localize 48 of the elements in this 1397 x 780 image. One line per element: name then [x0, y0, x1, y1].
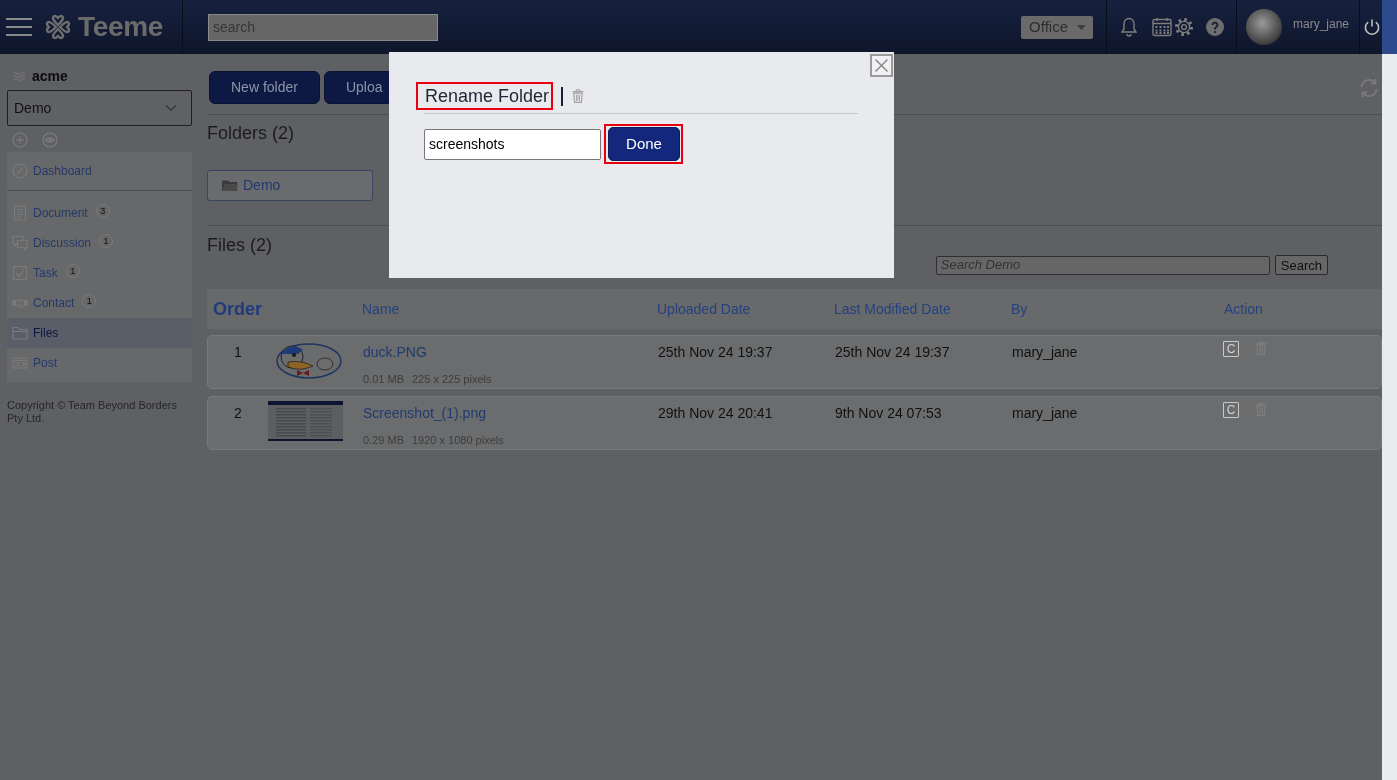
copyright-text: Copyright © Team Beyond Borders Pty Ltd.	[7, 399, 178, 425]
header-edge-strip	[1382, 0, 1397, 54]
date-cell-text: 25th Nov 24 19:37	[834, 343, 951, 362]
date-cell-text: 25th Nov 24 19:37	[657, 343, 774, 362]
section-title: Files (2)	[207, 234, 272, 256]
row-number: 2	[234, 404, 242, 423]
close-icon	[874, 58, 889, 73]
avatar-placeholder[interactable]	[1245, 9, 1282, 45]
bell-icon[interactable]	[1120, 17, 1137, 37]
column-header[interactable]: Order	[207, 295, 355, 323]
column-header[interactable]: By	[1004, 298, 1217, 320]
column-header[interactable]: Action	[1217, 298, 1382, 320]
logo-text: Teeme	[78, 13, 164, 41]
date-cell-text: 9th Nov 24 07:53	[834, 404, 943, 423]
caret-icon	[1076, 24, 1086, 30]
user-cell-text: mary_jane	[1011, 404, 1079, 423]
column-header[interactable]: Last Modified Date	[827, 298, 1004, 320]
folder-name-field[interactable]: screenshots	[424, 128, 601, 160]
folder-icon	[222, 179, 238, 192]
letter-c-button[interactable]: C	[1223, 341, 1239, 357]
section-title: Folders (2)	[207, 122, 295, 144]
file-name-link[interactable]: Screenshot_(1).png	[363, 403, 486, 424]
new-folder-button[interactable]: New folder	[209, 71, 320, 104]
user-name[interactable]: mary_jane	[1292, 15, 1349, 33]
office-dropdown[interactable]: Office	[1021, 15, 1093, 39]
column-header[interactable]: Name	[355, 298, 650, 320]
letter-c-button[interactable]: C	[1223, 402, 1239, 418]
menu-icon[interactable]	[6, 17, 32, 37]
org-name: acme	[32, 66, 68, 86]
space-select[interactable]: Demo	[7, 90, 192, 126]
done-button[interactable]: Done	[608, 127, 680, 161]
user-cell-text: mary_jane	[1011, 343, 1079, 362]
folder-icon	[12, 325, 28, 341]
close-button[interactable]	[870, 54, 893, 77]
folder-button[interactable]: Demo	[207, 170, 373, 201]
calendar-icon[interactable]	[1151, 17, 1172, 37]
delete-icon[interactable]	[572, 89, 585, 103]
logo-icon	[45, 14, 71, 40]
file-name-link[interactable]: duck.PNG	[363, 342, 427, 363]
search-button[interactable]: Search	[1274, 255, 1328, 275]
sidebar-item[interactable]: Files	[7, 318, 192, 348]
date-cell-text: 29th Nov 24 20:41	[657, 404, 774, 423]
dialog-title: Rename Folder	[416, 82, 554, 110]
power-icon[interactable]	[1364, 19, 1380, 35]
column-header[interactable]: Uploaded Date	[650, 298, 827, 320]
help-icon[interactable]	[1205, 18, 1224, 36]
settings-icon[interactable]	[1173, 17, 1194, 37]
row-number: 1	[234, 343, 242, 362]
